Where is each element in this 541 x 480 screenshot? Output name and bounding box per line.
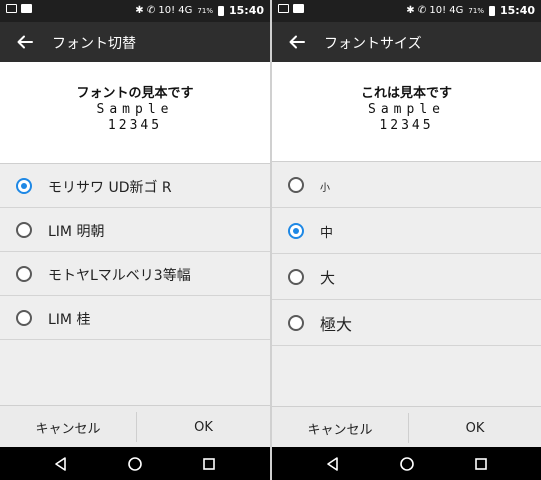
font-option-morisawa[interactable]: モリサワ UD新ゴ R — [0, 164, 270, 208]
radio-selected-icon[interactable] — [288, 223, 304, 239]
back-arrow-icon[interactable] — [14, 31, 36, 53]
cancel-button[interactable]: キャンセル — [0, 406, 136, 448]
navigation-bar — [272, 447, 541, 480]
font-size-screen: ✱ ✆ 10! 4G 71% 15:40 フォントサイズ これは見本です Sam… — [272, 0, 541, 480]
font-option-label: モリサワ UD新ゴ R — [48, 180, 172, 196]
size-option-medium[interactable]: 中 — [272, 208, 541, 254]
signal-icons: ✱ ✆ 10! 4G — [406, 4, 464, 16]
home-circle-icon[interactable] — [126, 455, 144, 473]
radio-unselected-icon[interactable] — [16, 266, 32, 282]
home-circle-icon[interactable] — [398, 455, 416, 473]
dialog-button-bar: キャンセル OK — [272, 406, 541, 448]
size-option-label: 大 — [320, 269, 336, 287]
page-title: フォント切替 — [52, 36, 136, 52]
signal-icons: ✱ ✆ 10! 4G — [135, 4, 193, 16]
size-option-list: 小 中 大 極大 — [272, 161, 541, 408]
clock: 15:40 — [228, 4, 264, 17]
recent-apps-square-icon[interactable] — [472, 455, 490, 473]
font-option-label: LIM 桂 — [48, 312, 91, 328]
status-bar: ✱ ✆ 10! 4G 71% 15:40 — [0, 0, 270, 22]
size-option-label: 中 — [320, 226, 334, 241]
sample-text-digits: 12345 — [107, 118, 163, 133]
back-triangle-icon[interactable] — [52, 455, 70, 473]
font-sample: フォントの見本です Sample 12345 — [0, 86, 270, 134]
cancel-button[interactable]: キャンセル — [272, 407, 408, 449]
font-option-label: LIM 明朝 — [48, 224, 105, 240]
size-option-small[interactable]: 小 — [272, 162, 541, 208]
ok-button[interactable]: OK — [137, 406, 270, 448]
notification-window-icon — [293, 4, 304, 13]
sample-text-latin: Sample — [368, 102, 445, 117]
battery-icon — [488, 5, 495, 16]
app-bar: フォント切替 — [0, 22, 270, 62]
ok-button[interactable]: OK — [409, 407, 541, 449]
font-option-list: モリサワ UD新ゴ R LIM 明朝 モトヤLマルベリ3等幅 LIM 桂 — [0, 163, 270, 406]
radio-unselected-icon[interactable] — [288, 177, 304, 193]
notification-window-icon — [21, 4, 32, 13]
status-bar: ✱ ✆ 10! 4G 71% 15:40 — [272, 0, 541, 22]
notification-image-icon — [278, 4, 289, 13]
battery-icon — [217, 5, 224, 16]
font-option-label: モトヤLマルベリ3等幅 — [48, 268, 191, 284]
back-triangle-icon[interactable] — [324, 455, 342, 473]
font-switch-screen: ✱ ✆ 10! 4G 71% 15:40 フォント切替 フォントの見本です Sa… — [0, 0, 270, 480]
size-option-large[interactable]: 大 — [272, 254, 541, 300]
sample-text-japanese: これは見本です — [360, 86, 452, 101]
radio-unselected-icon[interactable] — [16, 310, 32, 326]
size-option-extra-large[interactable]: 極大 — [272, 300, 541, 346]
font-option-lim-mincho[interactable]: LIM 明朝 — [0, 208, 270, 252]
app-bar: フォントサイズ — [272, 22, 541, 62]
battery-percent: 71% — [468, 6, 484, 15]
size-option-label: 極大 — [320, 315, 353, 334]
radio-unselected-icon[interactable] — [288, 269, 304, 285]
back-arrow-icon[interactable] — [286, 31, 308, 53]
font-sample: これは見本です Sample 12345 — [272, 86, 541, 134]
clock: 15:40 — [499, 4, 535, 17]
page-title: フォントサイズ — [324, 36, 422, 52]
radio-selected-icon[interactable] — [16, 178, 32, 194]
battery-percent: 71% — [197, 6, 213, 15]
recent-apps-square-icon[interactable] — [200, 455, 218, 473]
radio-unselected-icon[interactable] — [288, 315, 304, 331]
size-option-label: 小 — [320, 183, 330, 194]
dialog-button-bar: キャンセル OK — [0, 405, 270, 447]
sample-text-digits: 12345 — [379, 118, 434, 133]
notification-image-icon — [6, 4, 17, 13]
font-option-lim-katsura[interactable]: LIM 桂 — [0, 296, 270, 340]
font-option-motoya[interactable]: モトヤLマルベリ3等幅 — [0, 252, 270, 296]
sample-text-latin: Sample — [96, 102, 174, 117]
radio-unselected-icon[interactable] — [16, 222, 32, 238]
navigation-bar — [0, 447, 270, 480]
sample-text-japanese: フォントの見本です — [76, 86, 194, 101]
